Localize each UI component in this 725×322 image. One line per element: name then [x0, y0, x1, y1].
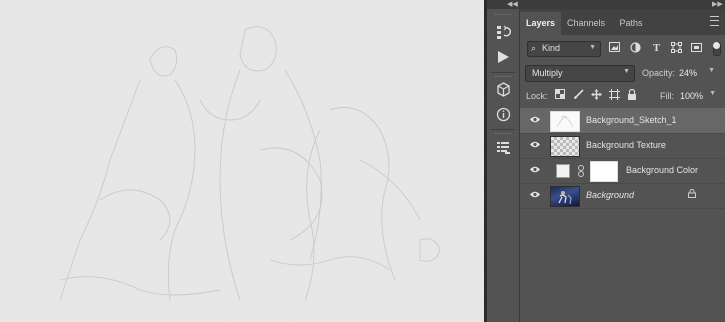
chevron-down-icon: ▼: [589, 44, 596, 51]
layer-row-background-color[interactable]: Background Color: [520, 158, 725, 184]
filter-adjustment-icon[interactable]: [629, 42, 642, 54]
layer-name[interactable]: Background_Sketch_1: [586, 115, 677, 125]
layer-thumbnail[interactable]: [550, 111, 580, 132]
lock-position-move-icon[interactable]: [590, 89, 602, 101]
properties-icon[interactable]: [494, 138, 512, 156]
filter-type-icon[interactable]: T: [650, 42, 663, 54]
panel-top-strip: [487, 0, 725, 9]
grip-handle[interactable]: [495, 76, 511, 79]
grip-handle[interactable]: [495, 133, 511, 136]
filter-smart-object-icon[interactable]: [690, 42, 703, 54]
fill-label: Fill:: [660, 91, 674, 101]
tool-separator: [491, 129, 515, 130]
chevron-down-icon: ▼: [623, 68, 630, 75]
panel-tab-bar: Layers Channels Paths: [520, 9, 725, 35]
tool-separator: [491, 72, 515, 73]
panel-menu-icon[interactable]: [710, 16, 719, 26]
chevron-down-icon[interactable]: ▼: [708, 67, 715, 74]
opacity-value: 24%: [679, 68, 698, 78]
layer-thumbnail[interactable]: [550, 136, 580, 157]
visibility-eye-icon[interactable]: [530, 191, 540, 198]
fill-value: 100%: [680, 91, 704, 101]
layer-name[interactable]: Background: [586, 190, 634, 200]
collapse-left-icon[interactable]: ◀◀: [507, 0, 518, 8]
3d-cube-icon[interactable]: [494, 80, 512, 98]
tab-channels[interactable]: Channels: [561, 12, 611, 35]
lock-all-icon[interactable]: [626, 88, 638, 101]
sketch-artwork: [0, 0, 484, 322]
layer-row-background[interactable]: Background: [520, 183, 725, 209]
filter-shape-icon[interactable]: [670, 42, 683, 54]
visibility-eye-icon[interactable]: [530, 166, 540, 173]
filter-pixel-icon[interactable]: [608, 42, 621, 54]
filter-kind-label: Kind: [542, 43, 561, 53]
layer-mask-thumbnail[interactable]: [590, 161, 618, 182]
fill-field[interactable]: 100% ▼: [678, 88, 720, 103]
collapse-right-icon[interactable]: ▶▶: [712, 0, 723, 8]
layer-row-background-sketch[interactable]: Background_Sketch_1: [520, 108, 725, 134]
history-icon[interactable]: [494, 23, 512, 41]
lock-label: Lock:: [526, 91, 548, 101]
opacity-field[interactable]: 24% ▼: [674, 65, 719, 80]
layer-row-background-texture[interactable]: Background Texture: [520, 133, 725, 159]
filter-toggle[interactable]: [713, 42, 721, 56]
layer-thumbnail[interactable]: [550, 186, 580, 207]
tab-paths[interactable]: Paths: [611, 12, 651, 35]
blend-mode-select[interactable]: Multiply ▼: [525, 65, 635, 82]
fill-adjustment-icon[interactable]: [556, 164, 570, 178]
filter-kind-select[interactable]: ⌕ Kind ▼: [527, 41, 601, 57]
grip-handle[interactable]: [495, 14, 511, 17]
blend-mode-value: Multiply: [532, 68, 563, 78]
layers-panel: Layers Channels Paths ⌕ Kind ▼ T Multipl…: [520, 9, 725, 322]
layer-locked-icon: [688, 189, 696, 200]
lock-transparent-icon[interactable]: [554, 89, 566, 101]
lock-row: Lock: Fill: 100% ▼: [520, 87, 725, 105]
info-icon[interactable]: [494, 105, 512, 123]
actions-play-icon[interactable]: [494, 48, 512, 66]
panel-icon-column: [487, 9, 520, 322]
document-canvas[interactable]: [0, 0, 484, 322]
layer-name[interactable]: Background Color: [626, 165, 698, 175]
lock-artboard-icon[interactable]: [608, 89, 620, 101]
layer-link-chain-icon[interactable]: [577, 165, 585, 177]
chevron-down-icon[interactable]: ▼: [709, 90, 716, 97]
search-icon: ⌕: [531, 43, 537, 53]
opacity-label: Opacity:: [642, 68, 676, 78]
tab-layers[interactable]: Layers: [520, 12, 561, 35]
layer-name[interactable]: Background Texture: [586, 140, 666, 150]
visibility-eye-icon[interactable]: [530, 116, 540, 123]
visibility-eye-icon[interactable]: [530, 141, 540, 148]
lock-image-brush-icon[interactable]: [572, 89, 584, 101]
